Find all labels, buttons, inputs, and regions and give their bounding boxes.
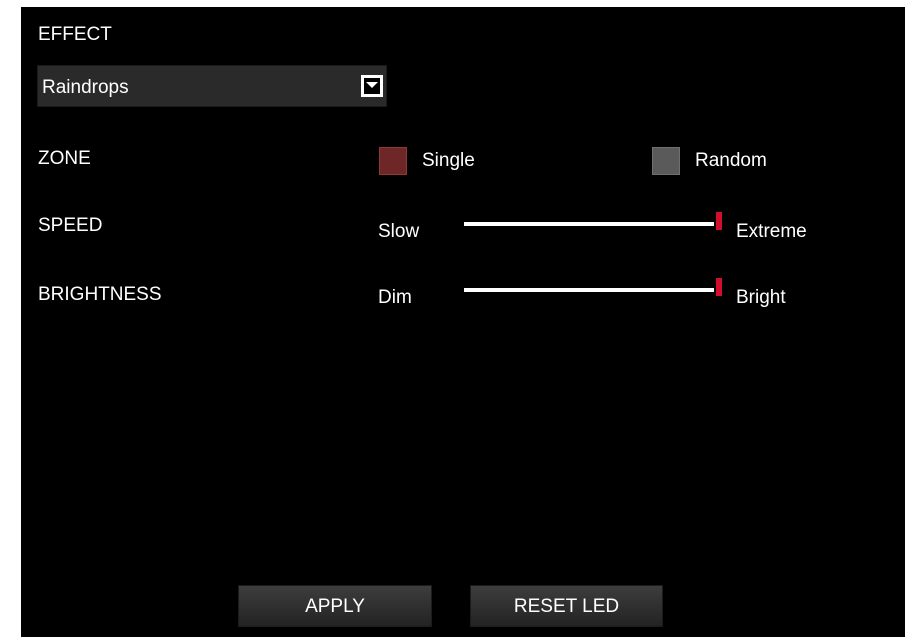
brightness-max-label: Bright <box>736 287 786 308</box>
zone-single-checkbox[interactable] <box>379 147 407 175</box>
chevron-down-icon[interactable] <box>361 75 383 97</box>
speed-slider-thumb[interactable] <box>716 212 722 230</box>
brightness-min-label: Dim <box>378 287 412 308</box>
speed-min-label: Slow <box>378 221 420 242</box>
speed-label: SPEED <box>38 215 103 236</box>
effect-dropdown[interactable]: Raindrops <box>37 65 387 107</box>
brightness-label: BRIGHTNESS <box>38 284 162 305</box>
speed-max-label: Extreme <box>736 221 807 242</box>
brightness-slider[interactable] <box>464 278 730 304</box>
brightness-slider-track <box>464 288 714 292</box>
speed-slider-track <box>464 222 714 226</box>
effect-selected-value: Raindrops <box>42 77 129 98</box>
led-settings-panel: EFFECT Raindrops ZONE Single Random SPEE… <box>21 7 905 637</box>
reset-led-button[interactable]: RESET LED <box>470 585 663 627</box>
brightness-slider-thumb[interactable] <box>716 278 722 296</box>
zone-random-checkbox[interactable] <box>652 147 680 175</box>
effect-label: EFFECT <box>38 24 112 45</box>
zone-label: ZONE <box>38 148 91 169</box>
zone-random-label: Random <box>695 150 767 171</box>
zone-single-label: Single <box>422 150 475 171</box>
apply-button[interactable]: APPLY <box>238 585 432 627</box>
speed-slider[interactable] <box>464 212 730 238</box>
